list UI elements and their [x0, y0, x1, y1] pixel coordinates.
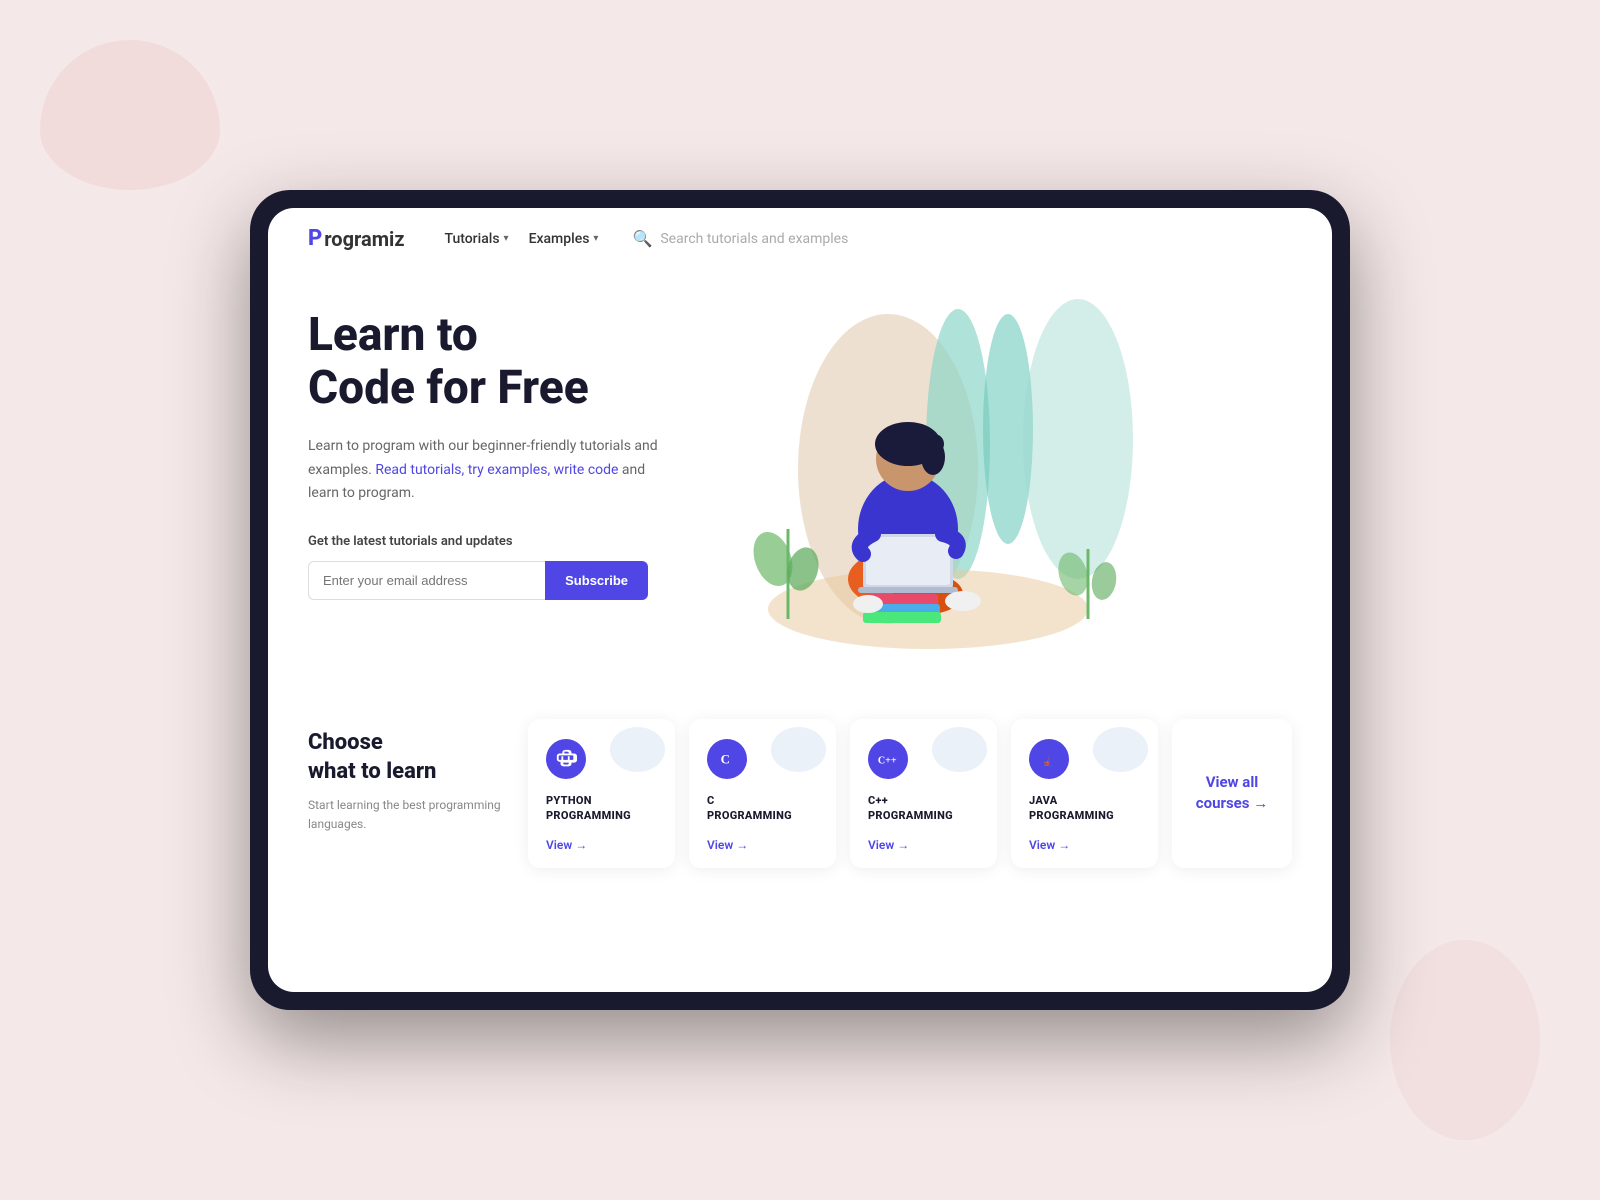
hero-section: Learn to Code for Free Learn to program … — [268, 269, 1332, 699]
logo-text: rogramiz — [324, 227, 404, 251]
view-all-card[interactable]: View allcourses → — [1172, 719, 1292, 868]
python-course-card[interactable]: PYTHONPROGRAMMING View → — [528, 719, 675, 868]
cpp-course-name: C++PROGRAMMING — [868, 793, 979, 824]
python-course-name: PYTHONPROGRAMMING — [546, 793, 657, 824]
c-view-link[interactable]: View → — [707, 838, 818, 852]
outer-blob-bottom-right — [1390, 940, 1540, 1140]
courses-intro: Choose what to learn Start learning the … — [308, 719, 508, 835]
examples-chevron-icon: ▾ — [593, 233, 598, 244]
logo-p: P — [308, 226, 322, 251]
search-icon: 🔍 — [632, 229, 652, 248]
logo[interactable]: P rogramiz — [308, 226, 405, 251]
search-bar[interactable]: 🔍 Search tutorials and examples — [632, 229, 848, 248]
view-all-text[interactable]: View allcourses → — [1196, 772, 1268, 814]
svg-text:C: C — [721, 753, 730, 767]
java-course-name: JAVAPROGRAMMING — [1029, 793, 1140, 824]
nav-links: Tutorials ▾ Examples ▾ — [445, 231, 599, 247]
hero-description: Learn to program with our beginner-frien… — [308, 435, 668, 506]
navbar: P rogramiz Tutorials ▾ Examples ▾ 🔍 Sear… — [268, 208, 1332, 269]
email-input[interactable] — [308, 561, 545, 600]
java-course-card[interactable]: JAVAPROGRAMMING View → — [1011, 719, 1158, 868]
search-placeholder-text: Search tutorials and examples — [660, 231, 848, 247]
hero-left: Learn to Code for Free Learn to program … — [308, 289, 728, 600]
java-icon — [1029, 739, 1069, 779]
courses-cards: PYTHONPROGRAMMING View → C CPROGRAMMING … — [528, 719, 1292, 868]
outer-blob-top-left — [40, 40, 220, 190]
courses-description: Start learning the best programming lang… — [308, 796, 508, 834]
c-icon: C — [707, 739, 747, 779]
hero-title: Learn to Code for Free — [308, 309, 728, 415]
cpp-course-card[interactable]: C++ C++PROGRAMMING View → — [850, 719, 997, 868]
tutorials-nav-link[interactable]: Tutorials ▾ — [445, 231, 509, 247]
c-course-card[interactable]: C CPROGRAMMING View → — [689, 719, 836, 868]
subscribe-label: Get the latest tutorials and updates — [308, 534, 728, 549]
subscribe-button[interactable]: Subscribe — [545, 561, 648, 600]
tablet-frame: P rogramiz Tutorials ▾ Examples ▾ 🔍 Sear… — [250, 190, 1350, 1010]
courses-section: Choose what to learn Start learning the … — [268, 699, 1332, 898]
python-icon — [546, 739, 586, 779]
svg-text:C++: C++ — [878, 756, 897, 767]
cpp-icon: C++ — [868, 739, 908, 779]
card-blob — [610, 727, 665, 772]
java-view-link[interactable]: View → — [1029, 838, 1140, 852]
python-view-link[interactable]: View → — [546, 838, 657, 852]
subscribe-form: Subscribe — [308, 561, 648, 600]
examples-nav-link[interactable]: Examples ▾ — [529, 231, 599, 247]
cpp-view-link[interactable]: View → — [868, 838, 979, 852]
hero-link[interactable]: Read tutorials, try examples, write code — [375, 462, 618, 478]
c-course-name: CPROGRAMMING — [707, 793, 818, 824]
hero-illustration — [708, 289, 1292, 669]
tablet-screen: P rogramiz Tutorials ▾ Examples ▾ 🔍 Sear… — [268, 208, 1332, 992]
card-blob — [932, 727, 987, 772]
courses-title: Choose what to learn — [308, 729, 508, 786]
tutorials-chevron-icon: ▾ — [504, 233, 509, 244]
hero-svg — [708, 289, 1168, 679]
card-blob — [771, 727, 826, 772]
card-blob — [1093, 727, 1148, 772]
